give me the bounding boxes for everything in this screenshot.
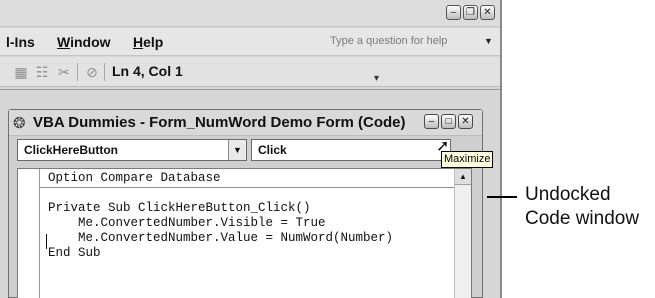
- help-dropdown-icon[interactable]: ▼: [484, 32, 493, 50]
- procedure-combo[interactable]: Click: [251, 139, 451, 161]
- object-combo[interactable]: ClickHereButton ▼: [17, 139, 247, 161]
- code-line: Private Sub ClickHereButton_Click(): [48, 201, 311, 215]
- properties-window-icon[interactable]: ☷: [34, 64, 50, 80]
- restore-button[interactable]: ❐: [463, 5, 478, 20]
- callout-label: Undocked Code window: [525, 184, 640, 229]
- project-explorer-icon[interactable]: ▦: [13, 64, 29, 80]
- maximize-icon: □: [445, 116, 452, 127]
- restore-icon: ❐: [466, 7, 475, 18]
- code-minimize-button[interactable]: –: [424, 114, 439, 129]
- code-line: End Sub: [48, 246, 101, 260]
- menu-window[interactable]: Window: [57, 34, 111, 50]
- code-line: Option Compare Database: [48, 171, 221, 185]
- vba-editor-window: – ❐ ✕ l-Ins Window Help Type a question …: [0, 0, 502, 298]
- close-icon: ✕: [483, 7, 492, 18]
- divider: [0, 89, 500, 90]
- cursor-position-label: Ln 4, Col 1: [112, 63, 183, 79]
- menu-bar: l-Ins Window Help Type a question for he…: [0, 28, 500, 56]
- chevron-down-icon[interactable]: ▼: [228, 140, 246, 160]
- code-line: Me.ConvertedNumber.Visible = True: [48, 216, 326, 230]
- title-bar: – ❐ ✕: [0, 0, 500, 27]
- help-icon[interactable]: ⊘: [84, 64, 100, 80]
- code-editor[interactable]: Option Compare Database Private Sub Click…: [17, 168, 472, 298]
- code-maximize-button[interactable]: □: [441, 114, 456, 129]
- minimize-icon: –: [450, 7, 457, 18]
- toolbar-separator: [77, 63, 78, 81]
- code-close-button[interactable]: ✕: [458, 114, 473, 129]
- maximize-tooltip: Maximize: [441, 151, 494, 168]
- help-search-input[interactable]: Type a question for help: [330, 32, 482, 52]
- margin-indicator-bar[interactable]: [18, 169, 40, 298]
- scroll-up-icon[interactable]: ▲: [455, 169, 471, 185]
- callout-line: [487, 196, 517, 198]
- menu-add-ins[interactable]: l-Ins: [6, 34, 35, 50]
- toolbar-options-icon[interactable]: ▾: [374, 73, 379, 84]
- code-line: Me.ConvertedNumber.Value = NumWord(Numbe…: [48, 231, 394, 245]
- toolbar: ▦ ☷ ✂ ⊘ Ln 4, Col 1 ▾: [0, 57, 500, 87]
- minimize-button[interactable]: –: [446, 5, 461, 20]
- close-button[interactable]: ✕: [480, 5, 495, 20]
- close-icon: ✕: [461, 116, 470, 127]
- code-module-icon: ❂: [13, 115, 26, 132]
- minimize-icon: –: [428, 116, 435, 127]
- code-window-title: VBA Dummies - Form_NumWord Demo Form (Co…: [33, 114, 406, 131]
- text-caret: [46, 234, 47, 249]
- code-text[interactable]: Option Compare Database Private Sub Click…: [48, 171, 393, 261]
- toolbox-icon[interactable]: ✂: [56, 64, 72, 80]
- vertical-scrollbar[interactable]: ▲: [454, 169, 471, 298]
- toolbar-separator: [104, 63, 105, 81]
- menu-help[interactable]: Help: [133, 34, 163, 50]
- code-window-title-bar[interactable]: ❂ VBA Dummies - Form_NumWord Demo Form (…: [9, 110, 482, 136]
- code-window: ❂ VBA Dummies - Form_NumWord Demo Form (…: [8, 109, 483, 298]
- declarations-separator: [40, 187, 456, 188]
